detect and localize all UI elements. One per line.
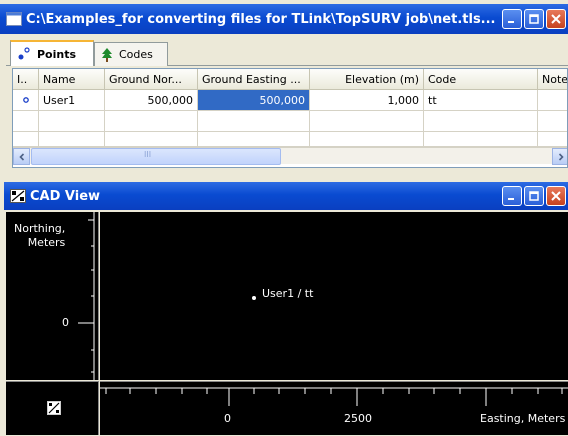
- cad-window-title: CAD View: [30, 188, 101, 204]
- column-header-name[interactable]: Name: [39, 69, 105, 90]
- chevron-left-icon: [18, 152, 24, 161]
- tab-codes[interactable]: Codes: [94, 42, 168, 66]
- y-axis-ticks: [78, 212, 95, 380]
- x-axis-ticks: [100, 387, 568, 406]
- point-marker-icon: [22, 97, 29, 103]
- cell-elevation[interactable]: 1,000: [310, 90, 424, 111]
- scroll-thumb-grip: III: [144, 150, 152, 159]
- cad-x-axis-ruler: 0 2500 Easting, Meters: [100, 381, 568, 435]
- cad-plot-area[interactable]: User1 / tt: [100, 212, 568, 380]
- cell-name[interactable]: User1: [39, 90, 105, 111]
- minimize-icon: [508, 21, 514, 23]
- codes-tree-icon: [102, 47, 112, 62]
- scroll-right-button[interactable]: [552, 148, 567, 165]
- x-tick-label-0: 0: [224, 412, 231, 425]
- maximize-icon: [529, 191, 539, 201]
- close-icon: [551, 14, 561, 24]
- table-row[interactable]: User1 500,000 500,000 1,000 tt: [13, 90, 567, 111]
- cad-corner[interactable]: [6, 381, 99, 435]
- column-header-ground-northing[interactable]: Ground Nor...: [105, 69, 198, 90]
- tab-points[interactable]: Points: [10, 40, 94, 66]
- scroll-left-button[interactable]: [13, 148, 30, 165]
- window-app-icon: [6, 12, 22, 26]
- x-axis-label: Easting, Meters: [480, 412, 566, 425]
- scroll-thumb[interactable]: III: [31, 148, 281, 165]
- chevron-right-icon: [558, 152, 564, 161]
- cad-minimize-button[interactable]: [502, 186, 522, 206]
- cad-window-titlebar[interactable]: CAD View: [4, 182, 568, 210]
- x-tick-label-2500: 2500: [344, 412, 372, 425]
- close-button[interactable]: [546, 9, 566, 29]
- points-tabs: Points Codes: [6, 40, 568, 66]
- cad-corner-icon[interactable]: [47, 401, 61, 415]
- horizontal-scrollbar[interactable]: III: [13, 147, 567, 165]
- table-header: I.. Name Ground Nor... Ground Easting ..…: [13, 69, 567, 90]
- column-header-code[interactable]: Code: [424, 69, 538, 90]
- cell-note[interactable]: [538, 90, 567, 111]
- table-row-empty[interactable]: [13, 132, 567, 147]
- cad-point-label: User1 / tt: [262, 287, 314, 300]
- tab-points-label: Points: [37, 47, 77, 61]
- column-header-note[interactable]: Note: [538, 69, 567, 90]
- cad-close-button[interactable]: [546, 186, 566, 206]
- column-header-ground-easting[interactable]: Ground Easting ...: [198, 69, 310, 90]
- cell-code[interactable]: tt: [424, 90, 538, 111]
- maximize-icon: [529, 14, 539, 24]
- column-header-elevation[interactable]: Elevation (m): [310, 69, 424, 90]
- points-window-title: C:\Examples_for converting files for TLi…: [26, 11, 496, 27]
- close-icon: [551, 191, 561, 201]
- cad-point-marker[interactable]: [251, 295, 257, 301]
- cell-ground-easting[interactable]: 500,000: [198, 90, 310, 111]
- minimize-icon: [508, 198, 514, 200]
- cad-maximize-button[interactable]: [524, 186, 544, 206]
- points-tab-icon: [18, 47, 30, 60]
- points-window-titlebar[interactable]: C:\Examples_for converting files for TLi…: [0, 4, 568, 34]
- maximize-button[interactable]: [524, 9, 544, 29]
- minimize-button[interactable]: [502, 9, 522, 29]
- table-row-empty[interactable]: [13, 111, 567, 132]
- cell-ground-northing[interactable]: 500,000: [105, 90, 198, 111]
- tab-codes-label: Codes: [119, 48, 153, 61]
- row-point-icon-cell: [13, 90, 39, 111]
- points-table[interactable]: I.. Name Ground Nor... Ground Easting ..…: [12, 68, 568, 168]
- y-tick-label: 0: [62, 316, 69, 329]
- cad-y-axis-ruler: Northing, Meters 0: [6, 212, 99, 380]
- column-header-index[interactable]: I..: [13, 69, 39, 90]
- cad-view-icon: [10, 189, 26, 203]
